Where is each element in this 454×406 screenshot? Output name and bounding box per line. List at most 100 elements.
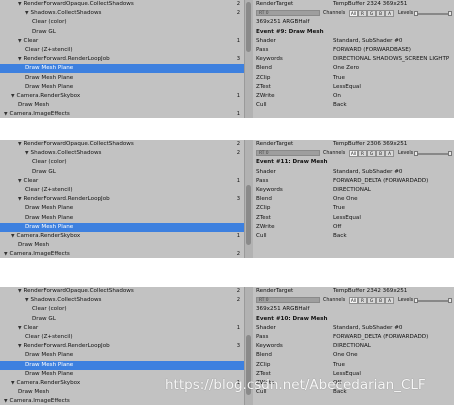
tree-row[interactable]: Clear (Z+stencil) [0, 186, 244, 195]
tree-row-text: RenderForward.RenderLoopJob [23, 196, 110, 203]
expand-arrow-icon[interactable]: ▼ [18, 197, 22, 202]
channel-button-b[interactable]: B [376, 150, 385, 158]
expand-arrow-icon[interactable]: ▼ [18, 179, 22, 184]
property-name: Cull [256, 102, 267, 109]
tree-row[interactable]: Clear (Z+stencil) [0, 46, 244, 55]
channel-button-g[interactable]: G [367, 150, 376, 158]
channel-button-a[interactable]: A [385, 10, 394, 18]
tree-row[interactable]: ▼ Shadows.CollectShadows 2 [0, 296, 244, 305]
tree-row[interactable]: Draw Mesh [0, 101, 244, 110]
levels-max-handle[interactable] [448, 298, 452, 304]
tree-row[interactable]: Draw GL [0, 168, 244, 177]
tree-row[interactable]: ▼ RenderForwardOpaque.CollectShadows 2 [0, 287, 244, 296]
tree-row-selected[interactable]: Draw Mesh Plane [0, 360, 244, 370]
levels-min-handle[interactable] [414, 11, 418, 17]
expand-arrow-icon[interactable]: ▼ [18, 57, 22, 62]
tree-row[interactable]: Draw Mesh Plane [0, 204, 244, 213]
property-name: Keywords [256, 343, 283, 350]
tree-row[interactable]: Clear (color) [0, 158, 244, 167]
expand-arrow-icon[interactable]: ▼ [4, 112, 8, 117]
expand-arrow-icon[interactable]: ▼ [11, 234, 15, 239]
tree-row[interactable]: ▼ Camera.RenderSkybox 1 [0, 92, 244, 101]
tree-row[interactable]: Draw Mesh [0, 241, 244, 250]
channel-button-a[interactable]: A [385, 150, 394, 158]
tree-row[interactable]: ▼ RenderForward.RenderLoopJob 3 [0, 195, 244, 204]
levels-min-handle[interactable] [414, 298, 418, 304]
tree-row-label: Draw Mesh Plane [25, 223, 73, 232]
tree-row[interactable]: ▼ Camera.RenderSkybox 1 [0, 232, 244, 241]
property-row: Cull Back [253, 232, 454, 241]
tree-row[interactable]: ▼ RenderForward.RenderLoopJob 3 [0, 55, 244, 64]
tree-row[interactable]: ▼ RenderForward.RenderLoopJob 3 [0, 342, 244, 351]
tree-row[interactable]: ▼ Shadows.CollectShadows 2 [0, 9, 244, 18]
expand-arrow-icon[interactable]: ▼ [18, 344, 22, 349]
tree-row[interactable]: ▼ RenderForwardOpaque.CollectShadows 2 [0, 0, 244, 9]
tree-row[interactable]: ▼ RenderForwardOpaque.CollectShadows 2 [0, 140, 244, 149]
expand-arrow-icon[interactable]: ▼ [18, 289, 22, 294]
expand-arrow-icon[interactable]: ▼ [18, 326, 22, 331]
render-target-select[interactable]: RT 0 [256, 10, 320, 17]
levels-min-handle[interactable] [414, 151, 418, 157]
expand-arrow-icon[interactable]: ▼ [11, 94, 15, 99]
tree-row[interactable]: Clear (color) [0, 305, 244, 314]
expand-arrow-icon[interactable]: ▼ [4, 399, 8, 404]
channel-button-g[interactable]: G [367, 10, 376, 18]
tree-row[interactable]: Clear (Z+stencil) [0, 333, 244, 342]
expand-arrow-icon[interactable]: ▼ [25, 298, 29, 303]
channel-button-all[interactable]: All [349, 297, 358, 305]
tree-row-selected[interactable]: Draw Mesh Plane [0, 222, 244, 232]
property-value: TempBuffer 2306 369x251 [333, 141, 408, 147]
channel-button-a[interactable]: A [385, 297, 394, 305]
levels-max-handle[interactable] [448, 11, 452, 17]
tree-row[interactable]: Draw Mesh Plane [0, 214, 244, 223]
tree-row[interactable]: ▼ Clear 1 [0, 37, 244, 46]
render-target-select[interactable]: RT 0 [256, 297, 320, 304]
scrollbar-thumb[interactable] [246, 2, 251, 52]
expand-arrow-icon[interactable]: ▼ [11, 381, 15, 386]
tree-row[interactable]: Draw Mesh Plane [0, 351, 244, 360]
event-tree: ▼ RenderForwardOpaque.CollectShadows 2 ▼ Sha… [0, 0, 244, 118]
channel-button-all[interactable]: All [349, 150, 358, 158]
tree-row-text: Draw Mesh [18, 389, 50, 396]
channel-button-r[interactable]: R [358, 150, 367, 158]
tree-row[interactable]: ▼ Camera.ImageEffects 1 [0, 110, 244, 118]
tree-row[interactable]: ▼ Clear 1 [0, 177, 244, 186]
draw-call-count: 2 [236, 288, 240, 294]
levels-slider[interactable] [414, 11, 452, 17]
tree-row[interactable]: Draw GL [0, 28, 244, 37]
tree-scrollbar[interactable] [244, 0, 253, 118]
property-row: ZClip True [253, 204, 454, 213]
channel-button-b[interactable]: B [376, 297, 385, 305]
tree-row-selected[interactable]: Draw Mesh Plane [0, 64, 244, 74]
tree-row[interactable]: Clear (color) [0, 18, 244, 27]
tree-row[interactable]: Draw Mesh Plane [0, 83, 244, 92]
property-row: Keywords DIRECTIONAL SHADOWS_SCREEN LIGHT… [253, 55, 454, 64]
tree-row-text: Clear [23, 37, 39, 44]
channel-button-r[interactable]: R [358, 297, 367, 305]
tree-row[interactable]: ▼ Camera.ImageEffects [0, 397, 244, 405]
tree-scrollbar[interactable] [244, 140, 253, 258]
tree-row[interactable]: ▼ Camera.ImageEffects 2 [0, 250, 244, 258]
channel-button-r[interactable]: R [358, 10, 367, 18]
tree-row[interactable]: Draw Mesh Plane [0, 74, 244, 83]
levels-max-handle[interactable] [448, 151, 452, 157]
expand-arrow-icon[interactable]: ▼ [18, 142, 22, 147]
levels-slider[interactable] [414, 151, 452, 157]
expand-arrow-icon[interactable]: ▼ [25, 11, 29, 16]
channel-button-all[interactable]: All [349, 10, 358, 18]
channel-button-g[interactable]: G [367, 297, 376, 305]
property-name: Pass [256, 334, 269, 340]
expand-arrow-icon[interactable]: ▼ [4, 252, 8, 257]
frame-debugger-panel: ▼ RenderForwardOpaque.CollectShadows 2 ▼ Sha… [0, 0, 454, 118]
tree-row[interactable]: Draw GL [0, 315, 244, 324]
expand-arrow-icon[interactable]: ▼ [18, 2, 22, 7]
tree-row[interactable]: ▼ Shadows.CollectShadows 2 [0, 149, 244, 158]
scrollbar-thumb[interactable] [246, 185, 251, 245]
expand-arrow-icon[interactable]: ▼ [25, 151, 29, 156]
channel-button-b[interactable]: B [376, 10, 385, 18]
render-target-select[interactable]: RT 0 [256, 150, 320, 157]
levels-slider[interactable] [414, 298, 452, 304]
expand-arrow-icon[interactable]: ▼ [18, 39, 22, 44]
property-name: ZWrite [256, 223, 275, 230]
tree-row[interactable]: ▼ Clear 1 [0, 324, 244, 333]
